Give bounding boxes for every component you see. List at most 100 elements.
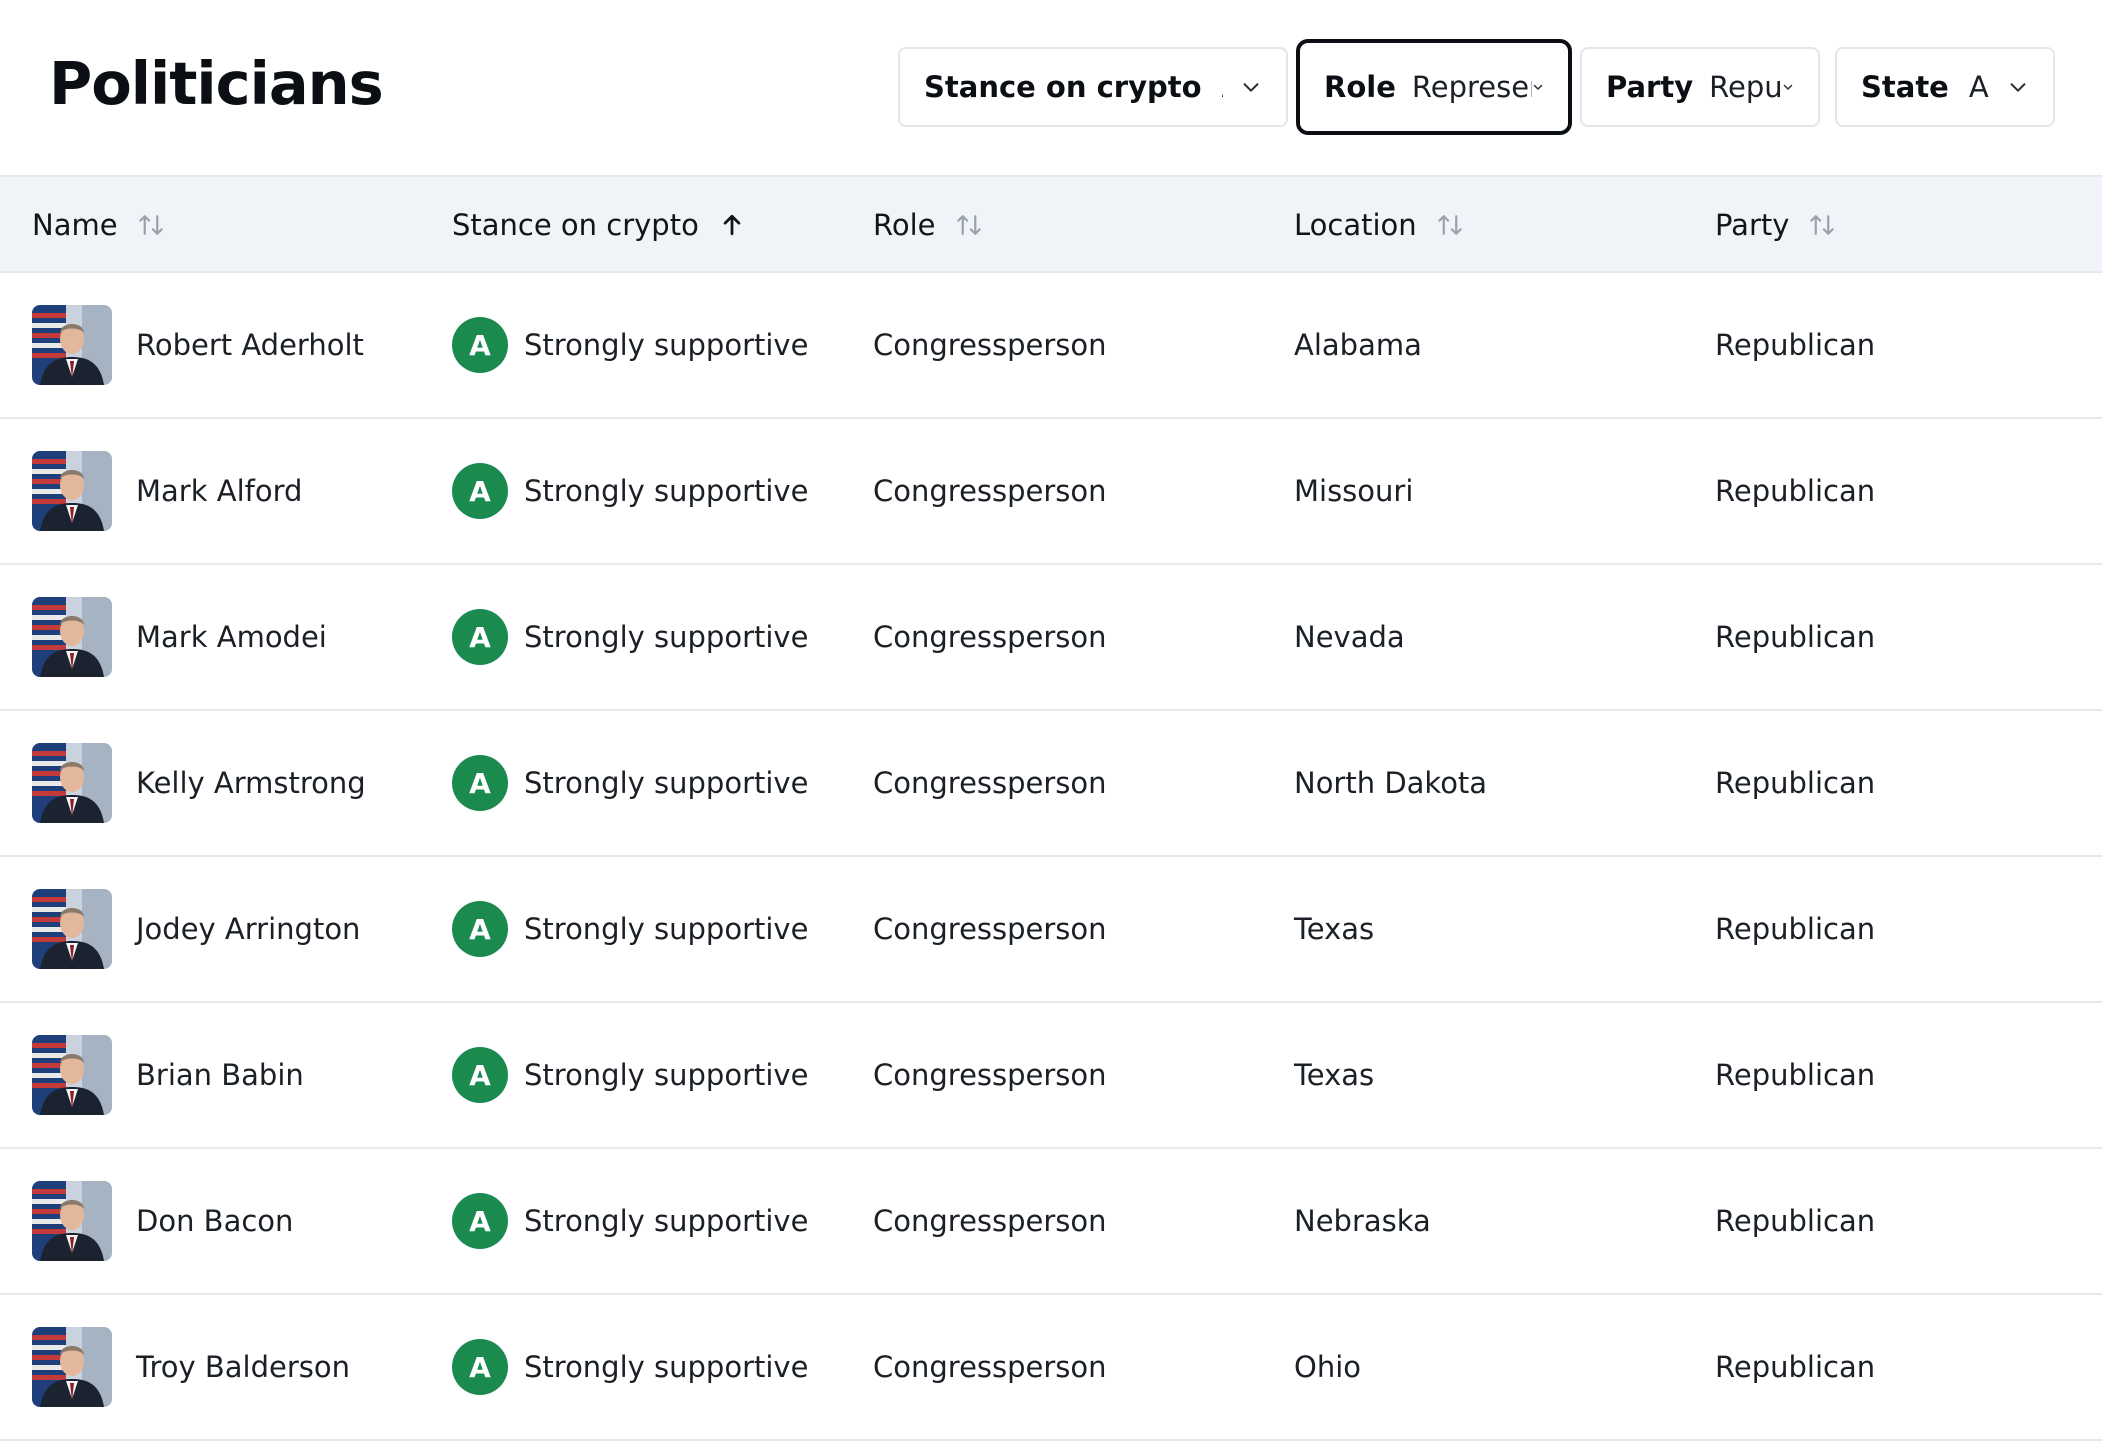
table-row[interactable]: Kelly Armstrong A Strongly supportive Co… — [0, 711, 2102, 857]
cell-name: Robert Aderholt — [32, 273, 364, 417]
cell-location: Texas — [1294, 1003, 1374, 1147]
column-header-party[interactable]: Party — [1715, 177, 1837, 273]
cell-stance: A Strongly supportive — [452, 1003, 808, 1147]
location-text: Missouri — [1294, 474, 1413, 508]
politician-name[interactable]: Kelly Armstrong — [136, 766, 366, 800]
cell-role: Congressperson — [873, 1149, 1107, 1293]
column-header-location[interactable]: Location — [1294, 177, 1465, 273]
politician-name[interactable]: Jodey Arrington — [136, 912, 360, 946]
filter-value: Repub — [1709, 70, 1782, 104]
cell-name: Jodey Arrington — [32, 857, 360, 1001]
filter-label: Role — [1324, 70, 1396, 104]
cell-role: Congressperson — [873, 273, 1107, 417]
stance-text: Strongly supportive — [524, 474, 808, 508]
cell-stance: A Strongly supportive — [452, 857, 808, 1001]
filter-stance-on-crypto[interactable]: Stance on crypto All — [898, 47, 1288, 127]
politician-name[interactable]: Brian Babin — [136, 1058, 304, 1092]
table-row[interactable]: Troy Balderson A Strongly supportive Con… — [0, 1295, 2102, 1441]
grade-badge: A — [452, 609, 508, 665]
page-title: Politicians — [49, 44, 383, 124]
avatar — [32, 1181, 112, 1261]
cell-party: Republican — [1715, 565, 1875, 709]
stance-text: Strongly supportive — [524, 1204, 808, 1238]
column-header-role[interactable]: Role — [873, 177, 984, 273]
role-text: Congressperson — [873, 474, 1107, 508]
politician-name[interactable]: Mark Alford — [136, 474, 302, 508]
cell-party: Republican — [1715, 711, 1875, 855]
filter-state[interactable]: State All — [1835, 47, 2055, 127]
cell-location: North Dakota — [1294, 711, 1487, 855]
stance-text: Strongly supportive — [524, 1350, 808, 1384]
portrait-image — [32, 451, 112, 531]
avatar — [32, 743, 112, 823]
role-text: Congressperson — [873, 1350, 1107, 1384]
column-header-name[interactable]: Name — [32, 177, 166, 273]
column-label: Location — [1294, 208, 1417, 242]
sort-arrows-icon — [1807, 210, 1837, 240]
cell-stance: A Strongly supportive — [452, 565, 808, 709]
sort-arrows-icon — [136, 210, 166, 240]
portrait-image — [32, 597, 112, 677]
grade-badge: A — [452, 1047, 508, 1103]
cell-name: Mark Alford — [32, 419, 302, 563]
politician-name[interactable]: Mark Amodei — [136, 620, 327, 654]
cell-stance: A Strongly supportive — [452, 1295, 808, 1439]
filter-label: Party — [1606, 70, 1693, 104]
cell-party: Republican — [1715, 273, 1875, 417]
avatar — [32, 889, 112, 969]
location-text: Nebraska — [1294, 1204, 1431, 1238]
avatar — [32, 451, 112, 531]
stance-text: Strongly supportive — [524, 620, 808, 654]
politicians-table: Name Stance on crypto Role Location Part… — [0, 175, 2102, 1441]
column-label: Party — [1715, 208, 1789, 242]
cell-name: Troy Balderson — [32, 1295, 350, 1439]
location-text: Texas — [1294, 912, 1374, 946]
party-text: Republican — [1715, 620, 1875, 654]
table-row[interactable]: Brian Babin A Strongly supportive Congre… — [0, 1003, 2102, 1149]
cell-name: Kelly Armstrong — [32, 711, 366, 855]
stance-text: Strongly supportive — [524, 912, 808, 946]
page-header: Politicians Stance on crypto All Role Re… — [0, 0, 2102, 175]
portrait-image — [32, 305, 112, 385]
cell-name: Brian Babin — [32, 1003, 304, 1147]
cell-role: Congressperson — [873, 857, 1107, 1001]
cell-party: Republican — [1715, 857, 1875, 1001]
table-row[interactable]: Robert Aderholt A Strongly supportive Co… — [0, 273, 2102, 419]
politician-name[interactable]: Robert Aderholt — [136, 328, 364, 362]
table-row[interactable]: Mark Alford A Strongly supportive Congre… — [0, 419, 2102, 565]
chevron-down-icon — [2007, 76, 2029, 98]
table-row[interactable]: Don Bacon A Strongly supportive Congress… — [0, 1149, 2102, 1295]
sort-arrows-icon — [954, 210, 984, 240]
portrait-image — [32, 1327, 112, 1407]
cell-location: Missouri — [1294, 419, 1413, 563]
party-text: Republican — [1715, 1350, 1875, 1384]
cell-party: Republican — [1715, 1003, 1875, 1147]
cell-location: Alabama — [1294, 273, 1422, 417]
party-text: Republican — [1715, 1058, 1875, 1092]
politician-name[interactable]: Don Bacon — [136, 1204, 293, 1238]
filter-role[interactable]: Role Represer — [1296, 39, 1572, 135]
cell-role: Congressperson — [873, 565, 1107, 709]
role-text: Congressperson — [873, 328, 1107, 362]
portrait-image — [32, 1035, 112, 1115]
location-text: Ohio — [1294, 1350, 1361, 1384]
table-header: Name Stance on crypto Role Location Part… — [0, 175, 2102, 273]
politician-name[interactable]: Troy Balderson — [136, 1350, 350, 1384]
role-text: Congressperson — [873, 766, 1107, 800]
location-text: Texas — [1294, 1058, 1374, 1092]
cell-stance: A Strongly supportive — [452, 711, 808, 855]
avatar — [32, 1327, 112, 1407]
stance-text: Strongly supportive — [524, 766, 808, 800]
chevron-down-icon — [1782, 81, 1794, 93]
grade-badge: A — [452, 1339, 508, 1395]
cell-location: Nevada — [1294, 565, 1405, 709]
column-header-stance[interactable]: Stance on crypto — [452, 177, 747, 273]
role-text: Congressperson — [873, 1204, 1107, 1238]
role-text: Congressperson — [873, 620, 1107, 654]
table-row[interactable]: Mark Amodei A Strongly supportive Congre… — [0, 565, 2102, 711]
filter-party[interactable]: Party Repub — [1580, 47, 1820, 127]
location-text: Alabama — [1294, 328, 1422, 362]
portrait-image — [32, 743, 112, 823]
party-text: Republican — [1715, 474, 1875, 508]
table-row[interactable]: Jodey Arrington A Strongly supportive Co… — [0, 857, 2102, 1003]
